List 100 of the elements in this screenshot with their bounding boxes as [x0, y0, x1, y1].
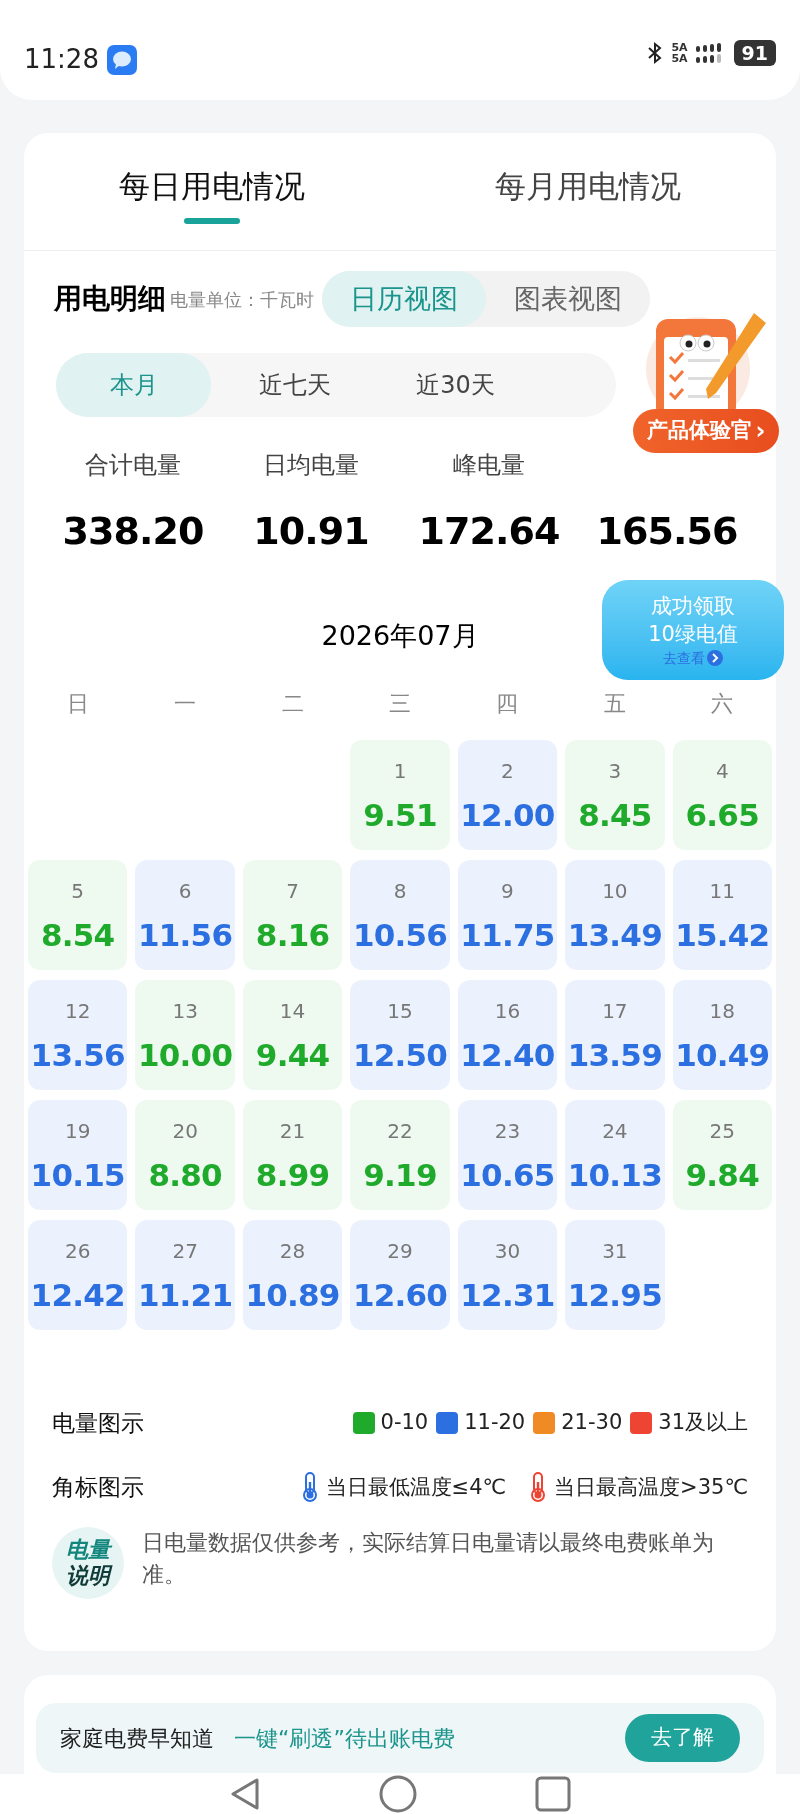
- day-number: 18: [709, 997, 735, 1025]
- day-cell[interactable]: 19 10.15: [28, 1099, 128, 1210]
- view-toggle-option[interactable]: 图表视图: [486, 271, 650, 327]
- day-cell[interactable]: 23 10.65: [457, 1099, 558, 1210]
- day-number: 2: [501, 757, 514, 785]
- day-usage: 12.95: [567, 1275, 662, 1315]
- day-cell[interactable]: 15 12.50: [350, 979, 450, 1090]
- thermometer-icon: [530, 1472, 547, 1503]
- clock-time: 11:28: [24, 43, 99, 76]
- day-cell[interactable]: 25 9.84: [672, 1099, 772, 1210]
- stat-label: 日均电量: [263, 450, 359, 481]
- weekday-label: 一: [173, 689, 198, 718]
- day-usage: 8.45: [578, 795, 652, 835]
- day-number: 4: [715, 757, 729, 785]
- day-cell[interactable]: 29 12.60: [350, 1219, 450, 1330]
- day-cell[interactable]: 4 6.65: [672, 739, 772, 850]
- day-cell[interactable]: 30 12.31: [457, 1219, 558, 1330]
- legend-label: 当日最高温度>35℃: [554, 1473, 748, 1501]
- reward-bubble[interactable]: 成功领取 10绿电值 去查看: [602, 580, 784, 680]
- section-title: 用电明细: [54, 281, 166, 317]
- legend-label: 31及以上: [658, 1409, 748, 1436]
- period-tab[interactable]: 近七天: [217, 353, 372, 417]
- day-number: 14: [279, 997, 306, 1025]
- day-number: 9: [501, 877, 514, 905]
- weekday-label: 二: [280, 689, 305, 718]
- day-number: 8: [393, 877, 407, 905]
- reward-text: 10绿电值: [648, 620, 738, 648]
- battery-indicator: 91: [733, 40, 776, 66]
- day-cell[interactable]: 5 8.54: [28, 859, 128, 970]
- day-cell[interactable]: 13 10.00: [135, 979, 235, 1090]
- period-tab[interactable]: 近30天: [378, 353, 533, 417]
- unit-label: 电量单位：千瓦时: [170, 287, 314, 312]
- day-cell[interactable]: 27 11.21: [135, 1219, 235, 1330]
- day-cell[interactable]: 6 11.56: [135, 859, 235, 970]
- day-number: 24: [602, 1117, 628, 1145]
- day-cell[interactable]: 9 11.75: [457, 859, 558, 970]
- day-cell[interactable]: 17 13.59: [565, 979, 665, 1090]
- day-usage: 10.56: [352, 915, 448, 955]
- weekday-label: 五: [602, 689, 627, 718]
- day-usage: 10.89: [245, 1275, 340, 1315]
- day-number: 31: [602, 1237, 628, 1265]
- day-number: 17: [602, 997, 628, 1025]
- day-usage: 13.59: [567, 1035, 662, 1075]
- weekday-label: 日: [65, 689, 90, 718]
- view-link[interactable]: 去查看: [663, 647, 705, 669]
- day-usage: 9.44: [255, 1035, 330, 1075]
- legend-title: 角标图示: [52, 1473, 144, 1502]
- day-cell[interactable]: 16 12.40: [457, 979, 558, 1090]
- day-cell[interactable]: 2 12.00: [457, 739, 558, 850]
- day-usage: 8.99: [255, 1155, 330, 1195]
- stat-value: 172.64: [418, 508, 560, 555]
- day-number: 27: [172, 1237, 198, 1265]
- day-cell[interactable]: 18 10.49: [672, 979, 772, 1090]
- day-cell[interactable]: 10 13.49: [565, 859, 665, 970]
- day-cell[interactable]: 8 10.56: [350, 859, 450, 970]
- day-number: 29: [387, 1237, 413, 1265]
- stat-value: 165.56: [596, 508, 738, 555]
- day-usage: 6.65: [685, 795, 759, 835]
- day-usage: 10.15: [30, 1155, 125, 1195]
- day-cell[interactable]: 12 13.56: [28, 979, 128, 1090]
- tab[interactable]: 每日用电情况: [24, 133, 400, 250]
- home-icon[interactable]: [379, 1775, 417, 1813]
- day-cell[interactable]: 1 9.51: [350, 739, 450, 850]
- day-cell[interactable]: 26 12.42: [28, 1219, 128, 1330]
- day-cell[interactable]: 20 8.80: [135, 1099, 235, 1210]
- day-usage: 12.50: [352, 1035, 448, 1075]
- day-cell[interactable]: 3 8.45: [565, 739, 665, 850]
- network-type-label: 5A: [671, 53, 688, 64]
- period-tab[interactable]: 本月: [56, 353, 211, 417]
- day-usage: 9.51: [363, 795, 437, 835]
- day-cell[interactable]: 14 9.44: [242, 979, 343, 1090]
- day-usage: 11.21: [138, 1275, 233, 1315]
- reward-text: 成功领取: [651, 592, 735, 620]
- learn-more-button[interactable]: 去了解: [625, 1714, 740, 1762]
- day-usage: 9.19: [363, 1155, 437, 1195]
- day-cell[interactable]: 11 15.42: [672, 859, 772, 970]
- recent-apps-icon[interactable]: [535, 1776, 571, 1812]
- day-cell[interactable]: 28 10.89: [242, 1219, 343, 1330]
- view-toggle-option[interactable]: 日历视图: [322, 271, 486, 327]
- day-cell[interactable]: 24 10.13: [565, 1099, 665, 1210]
- day-cell[interactable]: 22 9.19: [350, 1099, 450, 1210]
- day-number: 13: [172, 997, 198, 1025]
- day-cell[interactable]: 31 12.95: [565, 1219, 665, 1330]
- experience-officer-button[interactable]: 产品体验官 ›: [632, 409, 780, 453]
- day-cell[interactable]: 7 8.16: [242, 859, 343, 970]
- day-number: 20: [172, 1117, 198, 1145]
- back-icon[interactable]: [229, 1777, 261, 1811]
- chevron-circle-icon: [707, 650, 723, 666]
- day-number: 16: [494, 997, 521, 1025]
- day-cell[interactable]: 21 8.99: [242, 1099, 343, 1210]
- day-number: 11: [709, 877, 735, 905]
- day-usage: 10.00: [138, 1035, 233, 1075]
- day-usage: 11.75: [460, 915, 555, 955]
- day-number: 10: [602, 877, 628, 905]
- day-usage: 9.84: [685, 1155, 759, 1195]
- day-number: 22: [387, 1117, 413, 1145]
- day-number: 23: [494, 1117, 521, 1145]
- message-app-icon: [106, 44, 137, 75]
- tab[interactable]: 每月用电情况: [400, 133, 776, 250]
- day-usage: 13.49: [567, 915, 662, 955]
